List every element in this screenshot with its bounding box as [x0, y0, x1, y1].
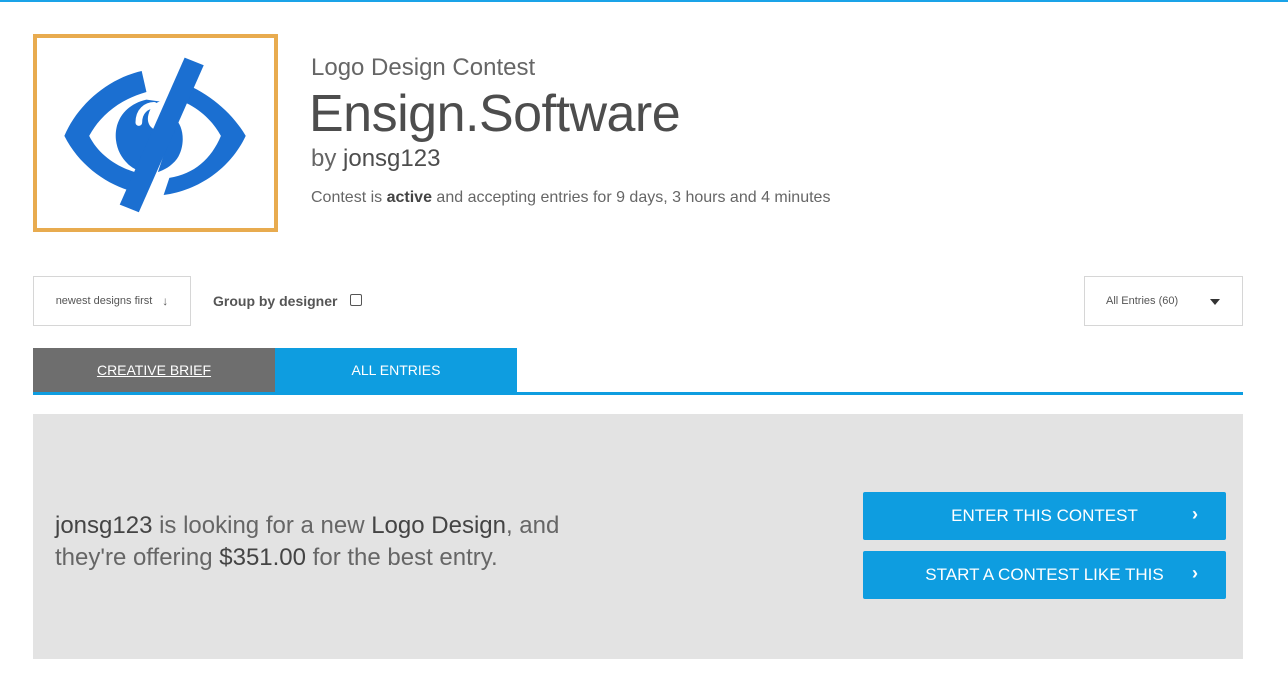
status-suffix: and accepting entries for 9 days, 3 hour…: [436, 189, 831, 206]
status-prefix: Contest is: [311, 189, 383, 206]
contest-holder: by jonsg123: [311, 145, 440, 173]
tab-underline: [33, 392, 1243, 395]
eye-slash-icon: [63, 57, 246, 213]
arrow-down-icon: ↓: [162, 294, 169, 308]
start-contest-label: START A CONTEST LIKE THIS: [925, 565, 1164, 584]
group-by-designer-checkbox[interactable]: [350, 294, 362, 306]
contest-summary-panel: jonsg123 is looking for a new Logo Desig…: [33, 414, 1243, 659]
chevron-right-icon: ›: [1192, 504, 1198, 524]
sort-dropdown[interactable]: newest designs first ↓: [33, 276, 191, 326]
enter-contest-button[interactable]: ENTER THIS CONTEST ›: [863, 492, 1226, 540]
filter-label: All Entries (60): [1106, 295, 1179, 307]
holder-name[interactable]: jonsg123: [343, 145, 440, 172]
enter-contest-label: ENTER THIS CONTEST: [951, 506, 1138, 525]
pitch-holder-name: jonsg123: [55, 512, 153, 539]
pitch-text-3: for the best entry.: [306, 544, 498, 571]
start-contest-like-this-button[interactable]: START A CONTEST LIKE THIS ›: [863, 551, 1226, 599]
by-prefix: by: [311, 145, 337, 172]
contest-logo: [33, 34, 278, 232]
group-by-designer-label: Group by designer: [213, 293, 338, 309]
pitch-text-1: is looking for a new: [152, 512, 372, 539]
chevron-right-icon: ›: [1192, 563, 1198, 583]
pitch-category: Logo Design: [371, 512, 506, 539]
status-word: active: [386, 189, 432, 206]
pitch-prize: $351.00: [219, 544, 307, 571]
entries-filter-dropdown[interactable]: All Entries (60): [1084, 276, 1243, 326]
tab-all-entries[interactable]: ALL ENTRIES: [275, 348, 517, 392]
contest-type: Logo Design Contest: [311, 54, 536, 81]
caret-down-icon: [1210, 299, 1220, 305]
contest-status: Contest is active and accepting entries …: [311, 189, 830, 207]
page-title: Ensign.Software: [309, 85, 681, 143]
sort-label: newest designs first: [55, 295, 153, 307]
top-accent-line: [0, 0, 1288, 2]
tab-creative-brief[interactable]: CREATIVE BRIEF: [33, 348, 275, 392]
contest-pitch: jonsg123 is looking for a new Logo Desig…: [55, 510, 615, 574]
